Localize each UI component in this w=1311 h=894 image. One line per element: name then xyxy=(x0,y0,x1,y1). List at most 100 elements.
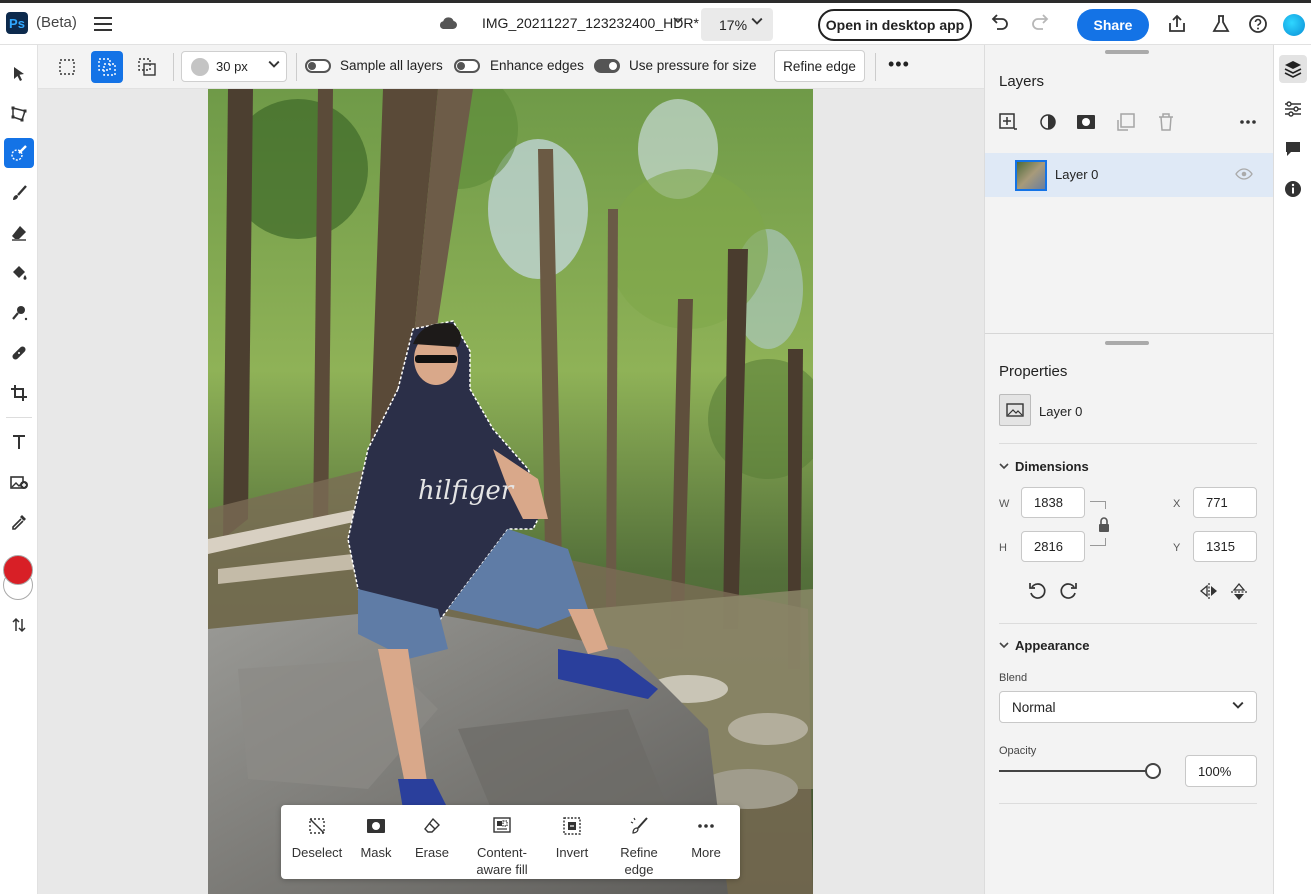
adjustments-panel-icon[interactable] xyxy=(1279,95,1307,123)
blend-mode-dropdown[interactable]: Normal xyxy=(999,691,1257,723)
user-avatar[interactable] xyxy=(1283,14,1305,36)
chevron-down-icon xyxy=(751,15,763,30)
brush-size-value: 30 px xyxy=(216,59,248,74)
width-input[interactable]: 1838 xyxy=(1021,487,1085,518)
layer-name: Layer 0 xyxy=(1055,167,1099,182)
x-label: X xyxy=(1173,498,1181,510)
refine-edge-taskbar-button[interactable]: Refine edge xyxy=(604,805,674,879)
foreground-color-swatch[interactable] xyxy=(3,555,33,585)
clip-layer-icon[interactable] xyxy=(1115,111,1137,133)
use-pressure-label: Use pressure for size xyxy=(629,58,757,73)
undo-icon[interactable] xyxy=(988,12,1010,37)
lock-icon[interactable] xyxy=(1097,517,1111,536)
opacity-slider-handle[interactable] xyxy=(1145,763,1161,779)
enhance-edges-toggle[interactable] xyxy=(454,59,480,73)
opacity-input[interactable]: 100% xyxy=(1185,755,1257,787)
share-button[interactable]: Share xyxy=(1077,9,1149,41)
mask-icon xyxy=(367,816,385,836)
delete-layer-icon[interactable] xyxy=(1155,111,1177,133)
panel-divider xyxy=(985,333,1273,334)
photoshop-logo[interactable]: Ps xyxy=(6,12,28,34)
right-rail xyxy=(1273,45,1311,894)
opacity-label: Opacity xyxy=(999,745,1037,757)
open-in-desktop-button[interactable]: Open in desktop app xyxy=(818,9,972,41)
top-bar: Ps (Beta) IMG_20211227_123232400_HDR* 17… xyxy=(0,0,1311,45)
canvas-area[interactable]: hilfiger xyxy=(38,89,984,894)
y-label: Y xyxy=(1173,542,1181,554)
x-input[interactable]: 771 xyxy=(1193,487,1257,518)
invert-button[interactable]: Invert xyxy=(551,805,593,879)
healing-brush-tool-icon[interactable] xyxy=(4,338,34,368)
flask-icon[interactable] xyxy=(1210,13,1232,35)
comments-panel-icon[interactable] xyxy=(1279,135,1307,163)
more-button[interactable]: More xyxy=(686,805,726,879)
mask-button[interactable]: Mask xyxy=(356,805,396,879)
document-title[interactable]: IMG_20211227_123232400_HDR* xyxy=(482,15,699,31)
y-input[interactable]: 1315 xyxy=(1193,531,1257,562)
brush-size-dropdown[interactable]: 30 px xyxy=(181,51,287,82)
layers-panel-icon[interactable] xyxy=(1279,55,1307,83)
appearance-section-header[interactable]: Appearance xyxy=(999,638,1089,653)
paint-bucket-tool-icon[interactable] xyxy=(4,258,34,288)
content-aware-fill-button[interactable]: Content-aware fill xyxy=(471,805,533,879)
panel-drag-handle[interactable] xyxy=(1105,50,1149,54)
redo-icon[interactable] xyxy=(1030,12,1052,37)
quick-selection-tool-icon[interactable] xyxy=(4,138,34,168)
add-layer-icon[interactable] xyxy=(997,111,1019,133)
blend-mode-value: Normal xyxy=(1012,700,1056,715)
zoom-dropdown[interactable]: 17% xyxy=(701,8,773,41)
export-icon[interactable] xyxy=(1166,13,1188,35)
cloud-icon[interactable] xyxy=(438,15,458,34)
transform-tool-icon[interactable] xyxy=(4,99,34,129)
brush-preview-icon xyxy=(191,58,209,76)
refine-edge-button[interactable]: Refine edge xyxy=(774,50,865,82)
deselect-icon xyxy=(308,816,326,836)
chevron-down-icon[interactable] xyxy=(673,15,683,28)
info-panel-icon[interactable] xyxy=(1279,175,1307,203)
more-options-icon[interactable]: ••• xyxy=(888,54,910,75)
use-pressure-toggle[interactable] xyxy=(594,59,620,73)
dimensions-section-header[interactable]: Dimensions xyxy=(999,459,1089,474)
opacity-slider-track[interactable] xyxy=(999,770,1153,772)
right-panel: Layers Layer 0 Properties Layer 0 Dimens… xyxy=(984,45,1273,894)
brush-tool-icon[interactable] xyxy=(4,178,34,208)
layer-row[interactable]: Layer 0 xyxy=(985,153,1273,197)
clone-stamp-tool-icon[interactable] xyxy=(4,298,34,328)
visibility-eye-icon[interactable] xyxy=(1235,168,1253,183)
height-input[interactable]: 2816 xyxy=(1021,531,1085,562)
add-to-selection-icon[interactable] xyxy=(91,51,123,83)
blend-label: Blend xyxy=(999,672,1028,684)
flip-horizontal-icon[interactable] xyxy=(1199,582,1219,603)
link-bracket-top xyxy=(1090,501,1106,509)
flip-vertical-icon[interactable] xyxy=(1230,582,1248,605)
move-tool-icon[interactable] xyxy=(4,59,34,89)
adjustment-layer-icon[interactable] xyxy=(1037,111,1059,133)
eraser-tool-icon[interactable] xyxy=(4,218,34,248)
canvas-image[interactable]: hilfiger xyxy=(208,89,813,894)
add-image-tool-icon[interactable] xyxy=(4,467,34,497)
sample-all-layers-toggle[interactable] xyxy=(305,59,331,73)
rotate-right-icon[interactable] xyxy=(1059,581,1079,604)
layers-more-icon[interactable] xyxy=(1237,111,1259,133)
divider xyxy=(999,443,1257,444)
swap-colors-icon[interactable] xyxy=(4,610,34,640)
properties-layer-name: Layer 0 xyxy=(1039,404,1083,419)
subtract-from-selection-icon[interactable] xyxy=(131,51,163,83)
chevron-down-icon xyxy=(999,461,1015,474)
menu-icon[interactable] xyxy=(94,13,112,33)
rotate-left-icon[interactable] xyxy=(1027,581,1047,604)
layer-thumbnail[interactable] xyxy=(1015,160,1047,191)
deselect-button[interactable]: Deselect xyxy=(291,805,343,879)
panel-drag-handle[interactable] xyxy=(1105,341,1149,345)
eraser-icon xyxy=(423,816,441,836)
help-icon[interactable] xyxy=(1247,13,1269,35)
new-selection-icon[interactable] xyxy=(51,51,83,83)
zoom-value: 17% xyxy=(719,17,748,33)
height-label: H xyxy=(999,542,1007,554)
crop-tool-icon[interactable] xyxy=(4,378,34,408)
type-tool-icon[interactable] xyxy=(4,427,34,457)
refine-edge-icon xyxy=(629,816,649,836)
eyedropper-tool-icon[interactable] xyxy=(4,507,34,537)
add-mask-icon[interactable] xyxy=(1075,111,1097,133)
erase-button[interactable]: Erase xyxy=(411,805,453,879)
